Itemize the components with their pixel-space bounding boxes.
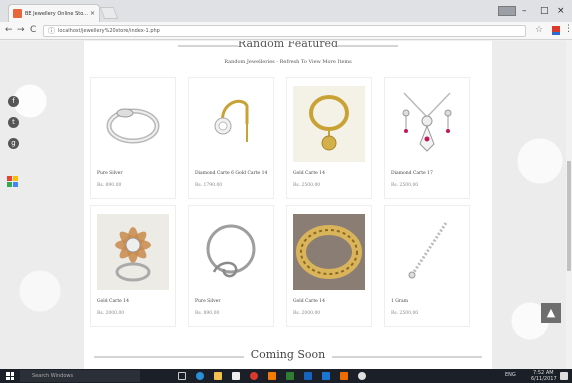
facebook-icon[interactable]: f — [8, 96, 19, 107]
product-price: Rs. 2500.00 — [391, 311, 419, 316]
browser-toolbar: ← → C ⓘ localhost/jewellery%20store/inde… — [0, 22, 572, 40]
product-name[interactable]: 1 Gram — [391, 299, 408, 304]
bookmark-star-icon[interactable]: ☆ — [535, 25, 543, 35]
page-content: f t g Random Featured Random Jewelleries… — [0, 41, 572, 369]
reload-button[interactable]: C — [30, 25, 36, 36]
page-scrollbar[interactable] — [566, 41, 572, 369]
back-button[interactable]: ← — [5, 25, 13, 36]
product-card[interactable]: Gold Carte 14 Rs. 2000.00 — [286, 205, 372, 327]
silver-swirl-ring-image[interactable] — [195, 214, 267, 290]
task-view-icon[interactable] — [178, 372, 186, 380]
app-blue-icon[interactable] — [304, 372, 312, 380]
app-orange-icon[interactable] — [268, 372, 276, 380]
powerpoint-icon[interactable] — [340, 372, 348, 380]
windows-taskbar: Search Windows ENG 7:52 AM 6/11/2017 — [0, 369, 572, 383]
app-green-icon[interactable] — [286, 372, 294, 380]
word-icon[interactable] — [322, 372, 330, 380]
notification-icon[interactable] — [560, 372, 568, 380]
browser-tab[interactable]: BE Jewellery Online Sto... × — [8, 4, 100, 22]
maximize-button[interactable]: □ — [540, 6, 549, 16]
gold-bangle-image[interactable] — [293, 214, 365, 290]
product-price: Rs. 2000.00 — [97, 311, 125, 316]
product-price: Rs. 890.00 — [195, 311, 220, 316]
product-card[interactable]: Diamond Carte 17 Rs. 2500.00 — [384, 77, 470, 199]
product-card[interactable]: Diamond Carte 6 Gold Carte 14 Rs. 1790.0… — [188, 77, 274, 199]
product-card[interactable]: Pure Silver Rs. 890.00 — [90, 77, 176, 199]
product-price: Rs. 2500.00 — [293, 183, 321, 188]
section-subtitle: Random Jewelleries - Refresh To View Mor… — [224, 59, 352, 65]
product-name[interactable]: Diamond Carte 17 — [391, 171, 433, 176]
diamond-nose-pin-image[interactable] — [195, 86, 267, 162]
minimize-button[interactable]: – — [522, 6, 527, 16]
new-tab-button[interactable] — [99, 7, 119, 19]
gold-pendant-image[interactable] — [293, 86, 365, 162]
product-name[interactable]: Diamond Carte 6 Gold Carte 14 — [195, 171, 267, 176]
product-name[interactable]: Gold Carte 14 — [293, 299, 325, 304]
store-icon[interactable] — [232, 372, 240, 380]
product-name[interactable]: Gold Carte 14 — [97, 299, 129, 304]
product-card[interactable]: 1 Gram Rs. 2500.00 — [384, 205, 470, 327]
info-icon[interactable]: ⓘ — [48, 26, 55, 36]
product-card[interactable]: Pure Silver Rs. 890.00 — [188, 205, 274, 327]
browser-menu-icon[interactable]: ⋮ — [564, 24, 572, 34]
tray-date[interactable]: 6/11/2017 — [531, 377, 557, 382]
diamond-necklace-image[interactable] — [391, 86, 463, 162]
scroll-to-top-button[interactable]: ▲ — [541, 303, 561, 323]
app-grey-icon[interactable] — [358, 372, 366, 380]
tab-close-icon[interactable]: × — [90, 10, 95, 17]
coming-soon-title: Coming Soon — [250, 348, 326, 361]
silver-ring-image[interactable] — [97, 86, 169, 162]
chrome-icon[interactable] — [250, 372, 258, 380]
bracelet-image[interactable] — [391, 214, 463, 290]
taskbar-search-input[interactable]: Search Windows — [20, 370, 140, 382]
tray-lang[interactable]: ENG — [505, 373, 516, 378]
extension-icon[interactable] — [552, 26, 560, 35]
site-favicon-icon — [13, 9, 22, 18]
file-explorer-icon[interactable] — [214, 372, 222, 380]
section-title: Random Featured — [237, 41, 339, 50]
forward-button[interactable]: → — [17, 25, 25, 36]
product-card[interactable]: Gold Carte 14 Rs. 2000.00 — [90, 205, 176, 327]
url-text: localhost/jewellery%20store/index-1.php — [58, 28, 160, 34]
product-name[interactable]: Gold Carte 14 — [293, 171, 325, 176]
product-price: Rs. 890.00 — [97, 183, 122, 188]
twitter-icon[interactable]: t — [8, 117, 19, 128]
edge-browser-icon[interactable] — [196, 372, 204, 380]
windows-start-icon[interactable] — [6, 372, 14, 380]
tab-title: BE Jewellery Online Sto... — [25, 10, 88, 17]
google-icon[interactable]: g — [8, 138, 19, 149]
product-price: Rs. 2000.00 — [293, 311, 321, 316]
scrollbar-thumb[interactable] — [567, 161, 571, 271]
product-card[interactable]: Gold Carte 14 Rs. 2500.00 — [286, 77, 372, 199]
product-name[interactable]: Pure Silver — [97, 171, 123, 176]
product-name[interactable]: Pure Silver — [195, 299, 221, 304]
featured-panel: Random Featured Random Jewelleries - Ref… — [84, 41, 492, 369]
close-window-button[interactable]: × — [557, 6, 565, 16]
flower-ring-image[interactable] — [97, 214, 169, 290]
profile-icon[interactable] — [498, 6, 516, 16]
social-share-icon[interactable] — [7, 176, 18, 187]
browser-tab-strip: BE Jewellery Online Sto... × – □ × — [0, 0, 572, 22]
product-price: Rs. 2500.00 — [391, 183, 419, 188]
address-bar[interactable]: ⓘ localhost/jewellery%20store/index-1.ph… — [43, 25, 526, 37]
product-price: Rs. 1790.00 — [195, 183, 223, 188]
